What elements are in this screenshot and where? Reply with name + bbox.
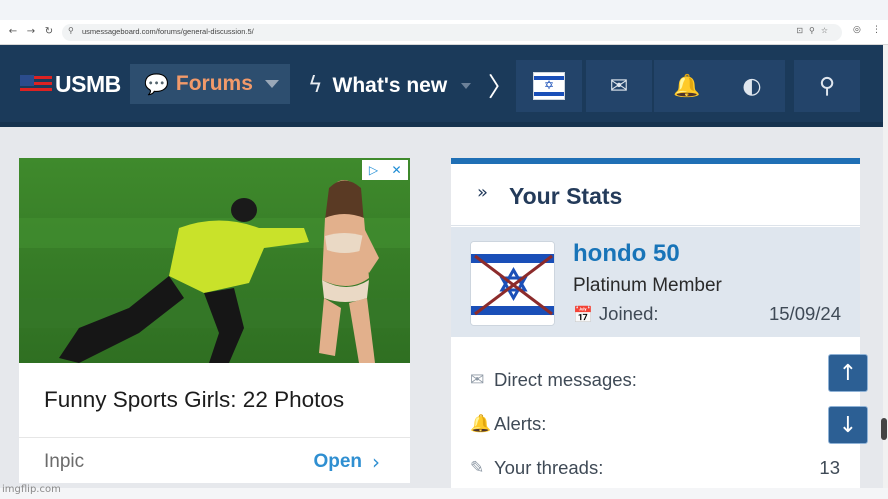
user-edit-icon: ✎ <box>470 458 485 478</box>
stats-title: Your Stats <box>509 183 623 209</box>
chat-bubbles-icon: 💬 <box>144 72 169 96</box>
ad-image[interactable]: ▷ ✕ <box>19 158 410 363</box>
watermark: imgflip.com <box>2 484 61 495</box>
stat-row-direct-messages[interactable]: ✉ Direct messages: 0 <box>470 368 840 392</box>
us-flag-icon <box>20 74 52 95</box>
double-chevron-right-icon[interactable]: » <box>477 182 488 203</box>
nav-forums-label: Forums <box>175 72 253 95</box>
account-button[interactable]: ✡ <box>516 60 582 112</box>
avatar[interactable] <box>470 241 555 326</box>
joined-label: Joined: <box>598 303 659 324</box>
stats-panel: » Your Stats hondo 50 Platinum Member 📅 … <box>451 158 860 488</box>
ad-badge[interactable]: ▷ ✕ <box>362 160 408 180</box>
bottom-strip <box>0 488 888 499</box>
user-title: Platinum Member <box>573 275 722 296</box>
forward-arrow-icon[interactable]: → <box>24 25 38 39</box>
chevron-down-icon[interactable] <box>264 80 279 88</box>
ad-source: Inpic <box>44 451 85 472</box>
ad-open-link[interactable]: Open › <box>313 450 380 474</box>
arrow-down-icon: ↓ <box>838 412 858 438</box>
nav-forums[interactable]: 💬 Forums <box>130 64 290 104</box>
address-actions[interactable]: ⊡⚲☆ <box>796 26 834 35</box>
back-arrow-icon[interactable]: ← <box>6 25 20 39</box>
chevron-right-icon: › <box>372 450 380 474</box>
stat-row-threads[interactable]: ✎ Your threads: 13 <box>470 456 840 480</box>
address-bar[interactable]: ⚲ usmessageboard.com/forums/general-disc… <box>62 24 842 41</box>
stat-label: Your threads: <box>494 457 604 478</box>
alerts-button[interactable]: 🔔 <box>654 60 720 112</box>
chevron-down-icon[interactable] <box>461 82 472 89</box>
nav-whats-new[interactable]: ϟ What's new <box>308 73 472 98</box>
bell-icon: 🔔 <box>470 414 492 434</box>
menu-icon[interactable]: ⋮ <box>872 25 881 35</box>
site-header: USMB 💬 Forums ϟ What's new 〉 ✡ ✉ 🔔 ◐ ⚲ <box>0 45 883 127</box>
joined-row: 📅 Joined: 15/09/24 <box>573 303 841 325</box>
stat-label: Direct messages: <box>494 369 637 390</box>
bolt-icon: ϟ <box>308 73 323 98</box>
joined-value: 15/09/24 <box>768 303 841 324</box>
arrow-up-icon: ↑ <box>838 360 858 386</box>
search-icon: ⚲ <box>818 73 836 99</box>
calendar-check-icon: 📅 <box>573 304 593 324</box>
stat-label: Alerts: <box>494 413 547 434</box>
bell-icon: 🔔 <box>673 73 701 99</box>
close-icon[interactable]: ✕ <box>385 160 408 180</box>
username-link[interactable]: hondo 50 <box>573 240 680 268</box>
ad-choices-icon[interactable]: ▷ <box>362 160 385 180</box>
site-logo[interactable]: USMB <box>20 71 121 98</box>
user-block: hondo 50 Platinum Member 📅 Joined: 15/09… <box>451 227 860 337</box>
url-text[interactable]: usmessageboard.com/forums/general-discus… <box>82 27 254 36</box>
style-toggle-button[interactable]: ◐ <box>719 60 785 112</box>
israel-flag-avatar: ✡ <box>533 72 565 100</box>
contrast-icon: ◐ <box>742 73 762 99</box>
stat-value: 13 <box>819 457 840 478</box>
ad-title[interactable]: Funny Sports Girls: 22 Photos <box>44 387 344 413</box>
site-info-icon[interactable]: ⚲ <box>68 26 74 35</box>
browser-tab-strip <box>0 0 888 20</box>
chevron-right-icon[interactable]: 〉 <box>488 67 514 104</box>
stat-row-alerts[interactable]: 🔔 Alerts: 0 <box>470 412 840 436</box>
search-button[interactable]: ⚲ <box>794 60 860 112</box>
nav-whats-new-label: What's new <box>332 73 448 97</box>
scrollbar-thumb[interactable] <box>881 418 887 440</box>
reload-icon[interactable]: ↻ <box>42 25 56 39</box>
envelope-icon: ✉ <box>609 73 629 99</box>
ad-open-label: Open <box>313 451 362 472</box>
scroll-top-button[interactable]: ↑ <box>828 354 868 392</box>
stats-header: » Your Stats <box>451 164 860 226</box>
browser-toolbar: ← → ↻ ⚲ usmessageboard.com/forums/genera… <box>0 20 888 45</box>
ad-card[interactable]: ▷ ✕ Funny Sports Girls: 22 Photos Inpic … <box>19 158 410 483</box>
logo-text: USMB <box>55 71 121 97</box>
envelope-icon: ✉ <box>470 370 485 390</box>
divider <box>19 437 410 438</box>
scroll-bottom-button[interactable]: ↓ <box>828 406 868 444</box>
profile-icon[interactable]: ◎ <box>853 25 861 35</box>
inbox-button[interactable]: ✉ <box>586 60 652 112</box>
